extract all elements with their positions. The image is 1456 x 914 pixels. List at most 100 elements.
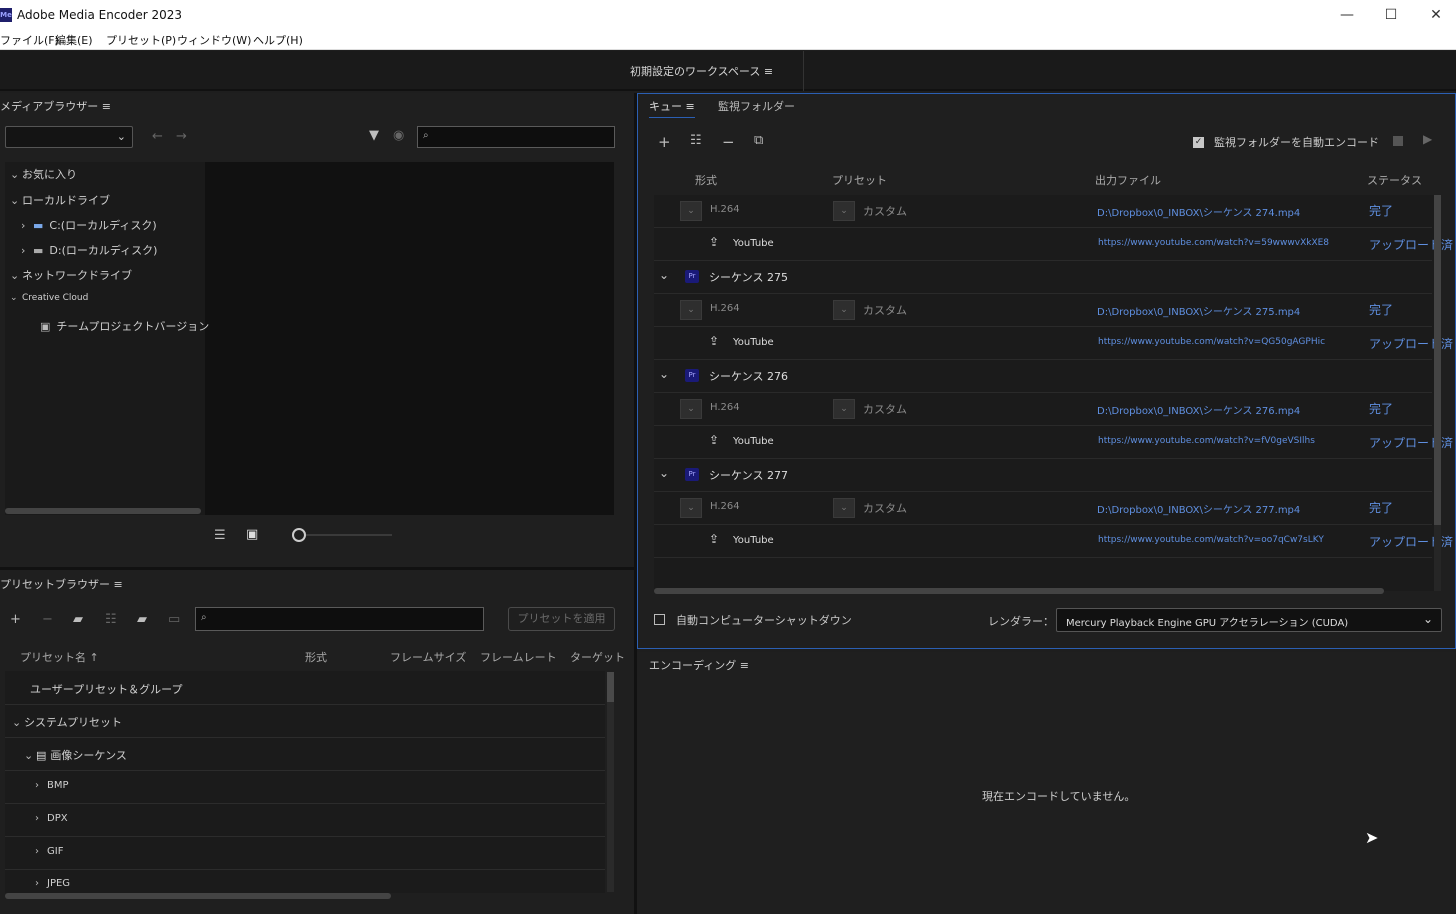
queue-row-yt[interactable]: ⇪ YouTube https://www.youtube.com/watch?v=… bbox=[654, 426, 1453, 459]
menu-help[interactable]: ヘルプ(H) bbox=[253, 32, 303, 48]
tab-watch-folders[interactable]: 監視フォルダー bbox=[718, 98, 795, 114]
queue-row-enc[interactable]: ⌄ H.264 ⌄ カスタム D:\Dropbox\0_INBOX\シーケンス 276.… bbox=[654, 393, 1432, 426]
minimize-button[interactable]: — bbox=[1336, 5, 1358, 25]
preset-settings-icon[interactable]: ☷ bbox=[690, 133, 702, 148]
chevron-down-icon[interactable]: ⌄ bbox=[659, 466, 669, 480]
menu-edit[interactable]: 編集(E) bbox=[55, 32, 93, 48]
queue-row-seq[interactable]: ⌄ Pr シーケンス 276 bbox=[654, 360, 1432, 393]
preset-dropdown[interactable]: ⌄ bbox=[833, 399, 855, 419]
preset-vertical-scrollbar[interactable] bbox=[607, 672, 614, 892]
queue-row-enc[interactable]: ⌄ H.264 ⌄ カスタム D:\Dropbox\0_INBOX\シーケンス 277.… bbox=[654, 492, 1432, 525]
media-browser-title[interactable]: メディアブラウザー ≡ bbox=[0, 98, 111, 114]
add-preset-icon[interactable]: + bbox=[10, 612, 21, 627]
column-status[interactable]: ステータス bbox=[1367, 172, 1422, 188]
import-preset-icon[interactable]: ▰ bbox=[137, 612, 147, 627]
column-frame-size[interactable]: フレームサイズ bbox=[390, 649, 466, 665]
add-source-icon[interactable]: + bbox=[658, 133, 671, 151]
output-file-link[interactable]: D:\Dropbox\0_INBOX\シーケンス 276.mp4 bbox=[1097, 402, 1300, 417]
youtube-url-link[interactable]: https://www.youtube.com/watch?v=59wwwvXk… bbox=[1098, 238, 1329, 248]
media-tree-scrollbar[interactable] bbox=[5, 508, 201, 514]
tree-team-projects[interactable]: ▣ チームプロジェクトバージョン bbox=[40, 318, 209, 334]
stop-icon[interactable] bbox=[1393, 136, 1403, 146]
queue-row-yt[interactable]: ⇪ YouTube https://www.youtube.com/watch?v=… bbox=[654, 327, 1453, 360]
preset-dropdown[interactable]: ⌄ bbox=[833, 201, 855, 221]
queue-horizontal-scrollbar[interactable] bbox=[654, 588, 1384, 594]
preset-row-dpx[interactable]: › DPX bbox=[35, 813, 68, 824]
tree-favorites[interactable]: ⌄ お気に入り bbox=[10, 166, 77, 182]
preset-horizontal-scrollbar[interactable] bbox=[5, 893, 391, 899]
auto-shutdown-checkbox[interactable] bbox=[654, 614, 665, 625]
preset-browser-title[interactable]: プリセットブラウザー ≡ bbox=[0, 576, 123, 592]
column-preset[interactable]: プリセット bbox=[832, 172, 887, 188]
youtube-url-link[interactable]: https://www.youtube.com/watch?v=QG50gAGP… bbox=[1098, 337, 1325, 347]
chevron-down-icon[interactable]: ⌄ bbox=[659, 268, 669, 282]
location-dropdown[interactable]: ⌄ bbox=[5, 126, 133, 148]
output-file-link[interactable]: D:\Dropbox\0_INBOX\シーケンス 275.mp4 bbox=[1097, 303, 1300, 318]
preset-settings-icon[interactable]: ☷ bbox=[105, 612, 117, 627]
zoom-slider-track[interactable] bbox=[306, 534, 392, 536]
queue-row-enc[interactable]: ⌄ H.264 ⌄ カスタム D:\Dropbox\0_INBOX\シーケンス 275.… bbox=[654, 294, 1432, 327]
apply-preset-button[interactable]: プリセットを適用 bbox=[508, 607, 615, 631]
column-target[interactable]: ターゲット bbox=[570, 649, 625, 665]
output-file-link[interactable]: D:\Dropbox\0_INBOX\シーケンス 277.mp4 bbox=[1097, 501, 1300, 516]
tree-local-drives[interactable]: ⌄ ローカルドライブ bbox=[10, 192, 110, 208]
queue-row-enc[interactable]: ⌄ H.264 ⌄ カスタム D:\Dropbox\0_INBOX\シーケンス 274.… bbox=[654, 195, 1432, 228]
preset-row-bmp[interactable]: › BMP bbox=[35, 780, 69, 791]
workspace-switcher[interactable]: 初期設定のワークスペース ≡ bbox=[630, 63, 773, 79]
youtube-url-link[interactable]: https://www.youtube.com/watch?v=fV0geVSI… bbox=[1098, 436, 1315, 446]
filter-icon[interactable]: ▼ bbox=[369, 128, 379, 143]
preset-row-user-presets[interactable]: ユーザープリセット＆グループ bbox=[30, 681, 182, 697]
column-output-file[interactable]: 出力ファイル bbox=[1095, 172, 1161, 188]
close-button[interactable]: ✕ bbox=[1425, 5, 1447, 25]
format-dropdown[interactable]: ⌄ bbox=[680, 399, 702, 419]
preset-row-system-presets[interactable]: ⌄ システムプリセット bbox=[12, 714, 122, 730]
encoding-title[interactable]: エンコーディング ≡ bbox=[649, 657, 749, 673]
column-frame-rate[interactable]: フレームレート bbox=[480, 649, 557, 665]
column-format[interactable]: 形式 bbox=[305, 649, 327, 665]
list-view-icon[interactable]: ☰ bbox=[214, 528, 226, 543]
media-search-input[interactable] bbox=[417, 126, 615, 148]
remove-preset-icon[interactable]: − bbox=[42, 612, 53, 627]
chevron-down-icon: ⌄ bbox=[24, 749, 34, 762]
tree-drive-c[interactable]: › ▬ C:(ローカルディスク) bbox=[21, 217, 157, 233]
auto-encode-checkbox[interactable]: ✓ bbox=[1193, 137, 1204, 148]
queue-row-seq[interactable]: ⌄ Pr シーケンス 275 bbox=[654, 261, 1432, 294]
queue-row-yt[interactable]: ⇪ YouTube https://www.youtube.com/watch?v=… bbox=[654, 228, 1453, 261]
tab-queue[interactable]: キュー ≡ bbox=[649, 98, 695, 118]
new-group-icon[interactable]: ▰ bbox=[73, 612, 83, 627]
tree-creative-cloud[interactable]: ⌄ Creative Cloud bbox=[10, 293, 88, 303]
preset-row-image-sequence[interactable]: ⌄ ▤ 画像シーケンス bbox=[24, 747, 127, 763]
format-dropdown[interactable]: ⌄ bbox=[680, 300, 702, 320]
tree-drive-d[interactable]: › ▬ D:(ローカルディスク) bbox=[21, 242, 157, 258]
renderer-select[interactable]: Mercury Playback Engine GPU アクセラレーション (C… bbox=[1056, 608, 1442, 632]
maximize-button[interactable]: ☐ bbox=[1380, 5, 1402, 25]
preset-dropdown[interactable]: ⌄ bbox=[833, 300, 855, 320]
remove-icon[interactable]: − bbox=[722, 133, 735, 151]
duplicate-icon[interactable]: ⧉ bbox=[754, 133, 763, 148]
queue-row-yt[interactable]: ⇪ YouTube https://www.youtube.com/watch?v=… bbox=[654, 525, 1453, 558]
chevron-down-icon[interactable]: ⌄ bbox=[659, 367, 669, 381]
youtube-url-link[interactable]: https://www.youtube.com/watch?v=oo7qCw7s… bbox=[1098, 535, 1324, 545]
column-preset-name[interactable]: プリセット名 ↑ bbox=[20, 649, 99, 665]
tree-network-drives[interactable]: ⌄ ネットワークドライブ bbox=[10, 267, 132, 283]
menu-window[interactable]: ウィンドウ(W) bbox=[177, 32, 251, 48]
queue-vertical-scrollbar[interactable] bbox=[1434, 195, 1441, 591]
output-file-link[interactable]: D:\Dropbox\0_INBOX\シーケンス 274.mp4 bbox=[1097, 204, 1300, 219]
preset-row-gif[interactable]: › GIF bbox=[35, 846, 63, 857]
export-preset-icon[interactable]: ▭ bbox=[168, 612, 180, 627]
thumbnail-view-icon[interactable]: ▣ bbox=[246, 527, 258, 542]
format-dropdown[interactable]: ⌄ bbox=[680, 201, 702, 221]
forward-arrow-icon[interactable]: → bbox=[176, 129, 187, 144]
menu-preset[interactable]: プリセット(P) bbox=[106, 32, 176, 48]
back-arrow-icon[interactable]: ← bbox=[152, 129, 163, 144]
queue-row-seq[interactable]: ⌄ Pr シーケンス 277 bbox=[654, 459, 1432, 492]
column-format[interactable]: 形式 bbox=[695, 172, 717, 188]
menu-file[interactable]: ファイル(F) bbox=[0, 32, 59, 48]
format-dropdown[interactable]: ⌄ bbox=[680, 498, 702, 518]
preset-row-jpeg[interactable]: › JPEG bbox=[35, 878, 70, 889]
preset-dropdown[interactable]: ⌄ bbox=[833, 498, 855, 518]
zoom-slider-handle[interactable] bbox=[292, 528, 306, 542]
eye-icon[interactable]: ◉ bbox=[393, 128, 404, 143]
play-icon[interactable]: ▶ bbox=[1423, 132, 1432, 146]
preset-search-input[interactable] bbox=[195, 607, 484, 631]
